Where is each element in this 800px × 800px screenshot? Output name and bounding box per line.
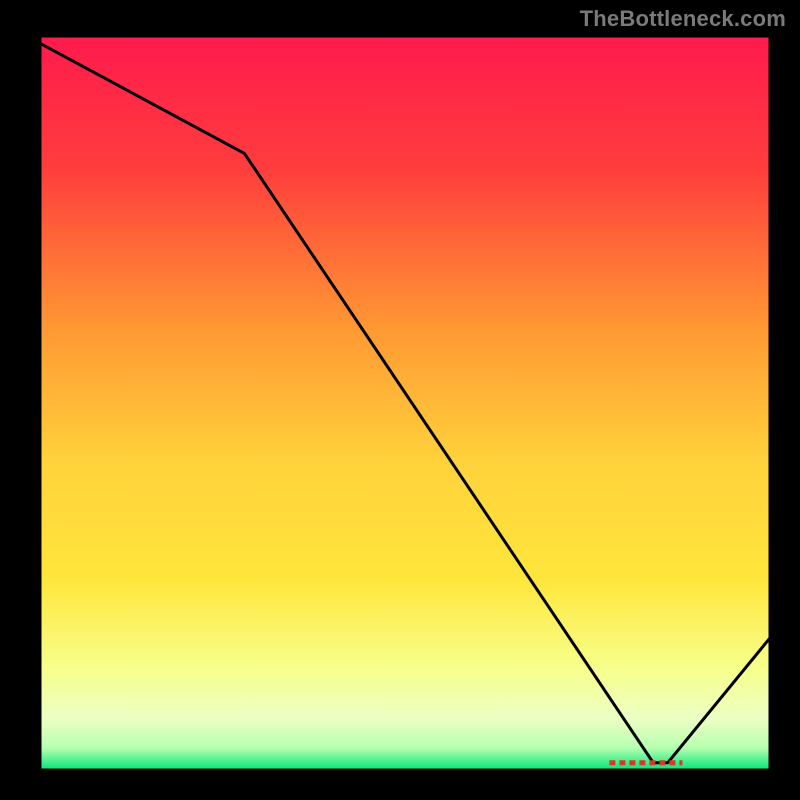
chart-svg [0,0,800,800]
plot-background [40,36,770,770]
chart-container: TheBottleneck.com [0,0,800,800]
watermark-text: TheBottleneck.com [580,6,786,32]
